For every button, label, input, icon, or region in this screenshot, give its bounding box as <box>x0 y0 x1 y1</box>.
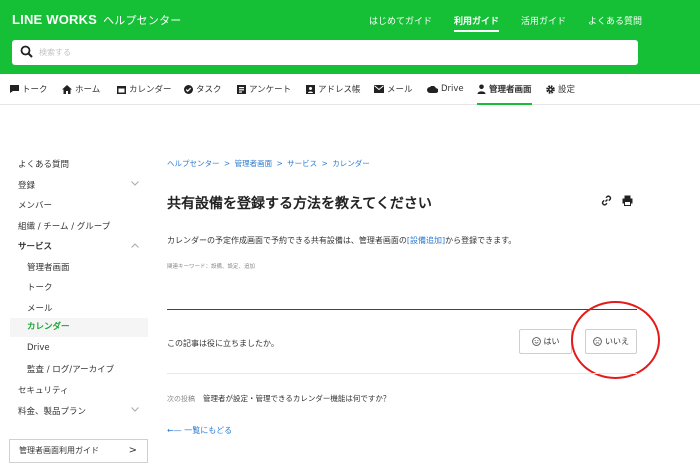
brand-subtitle: ヘルプセンター <box>103 14 182 27</box>
sidebar-item-registration[interactable]: 登録 <box>18 179 35 191</box>
divider <box>167 309 637 310</box>
sidebar-item-faq[interactable]: よくある質問 <box>18 158 69 170</box>
breadcrumb-services[interactable]: サービス <box>287 159 317 168</box>
talk-icon <box>10 85 19 93</box>
admin-guide-label: 管理者画面利用ガイド <box>19 446 99 455</box>
breadcrumb: ヘルプセンター > 管理者画面 > サービス > カレンダー <box>167 158 370 169</box>
calendar-icon <box>117 85 126 94</box>
tab-home[interactable]: ホーム <box>62 74 100 104</box>
tab-drive[interactable]: Drive <box>427 74 464 104</box>
sidebar-item-calendar[interactable]: カレンダー <box>10 318 148 337</box>
tab-settings[interactable]: 設定 <box>546 74 575 104</box>
home-icon <box>62 84 72 94</box>
chevron-up-icon[interactable] <box>131 243 139 248</box>
task-icon <box>184 84 193 94</box>
sidebar-item-security[interactable]: セキュリティ <box>18 384 69 396</box>
sidebar-item-members[interactable]: メンバー <box>18 199 52 211</box>
cloud-icon <box>427 85 438 93</box>
breadcrumb-separator: > <box>321 159 328 168</box>
chevron-down-icon[interactable] <box>131 181 139 186</box>
link-icon[interactable] <box>601 195 612 206</box>
sidebar-item-drive[interactable]: Drive <box>27 343 50 353</box>
back-arrow-icon: ←— <box>167 426 182 435</box>
brand-logo: LINE WORKS <box>12 12 98 27</box>
search-box <box>12 40 638 65</box>
sidebar-item-admin-screen[interactable]: 管理者画面 <box>27 261 70 273</box>
breadcrumb-help-center[interactable]: ヘルプセンター <box>167 159 220 168</box>
chevron-down-icon[interactable] <box>131 407 139 412</box>
sidebar-item-mail[interactable]: メール <box>27 302 53 314</box>
top-nav: はじめてガイド 利用ガイド 活用ガイド よくある質問 <box>369 14 642 32</box>
tab-label: ホーム <box>75 85 101 95</box>
tab-mail[interactable]: メール <box>374 74 413 104</box>
sidebar-item-audit[interactable]: 監査 / ログ/アーカイブ <box>27 363 114 375</box>
body-text-before: カレンダーの予定作成画面で予約できる共有設備は、管理者画面の <box>167 236 407 245</box>
breadcrumb-separator: > <box>276 159 283 168</box>
address-book-icon <box>306 84 315 94</box>
service-tab-bar: トーク ホーム カレンダー タスク アンケート アドレス帳 メール Drive … <box>0 74 700 105</box>
tab-label: メール <box>387 85 413 95</box>
page-title: 共有設備を登録する方法を教えてください <box>167 196 432 212</box>
tab-label: アンケート <box>249 85 292 95</box>
breadcrumb-separator: > <box>223 159 231 168</box>
mail-icon <box>374 85 384 93</box>
header-bar: LINE WORKS ヘルプセンター はじめてガイド 利用ガイド 活用ガイド よ… <box>0 0 700 74</box>
tab-label: 管理者画面 <box>489 85 532 95</box>
article-tools <box>601 195 633 206</box>
admin-guide-button[interactable]: 管理者画面利用ガイド > <box>9 439 148 463</box>
next-post-link[interactable]: 管理者が設定・管理できるカレンダー機能は何ですか？ <box>203 394 390 403</box>
admin-icon <box>477 84 486 94</box>
sidebar-item-talk[interactable]: トーク <box>27 281 53 293</box>
divider <box>167 373 637 374</box>
breadcrumb-calendar[interactable]: カレンダー <box>332 159 370 168</box>
tab-label: Drive <box>441 84 464 94</box>
tab-label: 設定 <box>558 85 576 95</box>
back-to-list-link[interactable]: ←— 一覧にもどる <box>167 425 232 436</box>
search-icon <box>20 45 33 58</box>
sidebar-item-pricing[interactable]: 料金、製品プラン <box>18 405 86 417</box>
gear-icon <box>546 84 555 94</box>
feedback-yes-label: はい <box>543 337 560 346</box>
tab-task[interactable]: タスク <box>184 74 222 104</box>
smile-icon <box>531 337 541 346</box>
chevron-right-icon: > <box>128 445 137 456</box>
nav-faq[interactable]: よくある質問 <box>588 14 642 27</box>
body-text-after: から登録できます。 <box>445 236 517 245</box>
next-post-label: 次の投稿 <box>167 395 195 403</box>
sidebar-item-organization[interactable]: 組織 / チーム / グループ <box>18 220 110 232</box>
feedback-yes-button[interactable]: はい <box>519 329 572 354</box>
highlight-circle-annotation <box>571 301 660 379</box>
print-icon[interactable] <box>622 195 633 206</box>
tab-label: カレンダー <box>129 85 172 95</box>
next-post: 次の投稿 管理者が設定・管理できるカレンダー機能は何ですか？ <box>167 393 390 404</box>
back-to-list-label: 一覧にもどる <box>184 426 233 435</box>
tab-label: トーク <box>22 85 48 95</box>
facility-add-link[interactable]: [設備追加] <box>407 236 445 245</box>
feedback-question: この記事は役に立ちましたか。 <box>167 339 279 348</box>
brand[interactable]: LINE WORKS ヘルプセンター <box>12 12 181 28</box>
nav-tips-guide[interactable]: 活用ガイド <box>521 14 566 27</box>
survey-icon <box>237 84 246 94</box>
breadcrumb-admin-screen[interactable]: 管理者画面 <box>235 159 273 168</box>
nav-user-guide[interactable]: 利用ガイド <box>453 14 499 32</box>
related-keywords: 関連キーワード：設備、設定、追加 <box>167 264 256 270</box>
tab-survey[interactable]: アンケート <box>237 74 291 104</box>
tab-admin[interactable]: 管理者画面 <box>477 74 532 105</box>
nav-getting-started[interactable]: はじめてガイド <box>369 14 432 27</box>
sidebar-item-services[interactable]: サービス <box>18 240 52 252</box>
tab-talk[interactable]: トーク <box>10 74 48 104</box>
search-input[interactable] <box>39 44 619 61</box>
tab-calendar[interactable]: カレンダー <box>117 74 172 104</box>
tab-address-book[interactable]: アドレス帳 <box>306 74 361 104</box>
tab-label: アドレス帳 <box>318 85 361 95</box>
tab-label: タスク <box>196 85 222 95</box>
article-body: カレンダーの予定作成画面で予約できる共有設備は、管理者画面の[設備追加]から登録… <box>167 235 516 246</box>
